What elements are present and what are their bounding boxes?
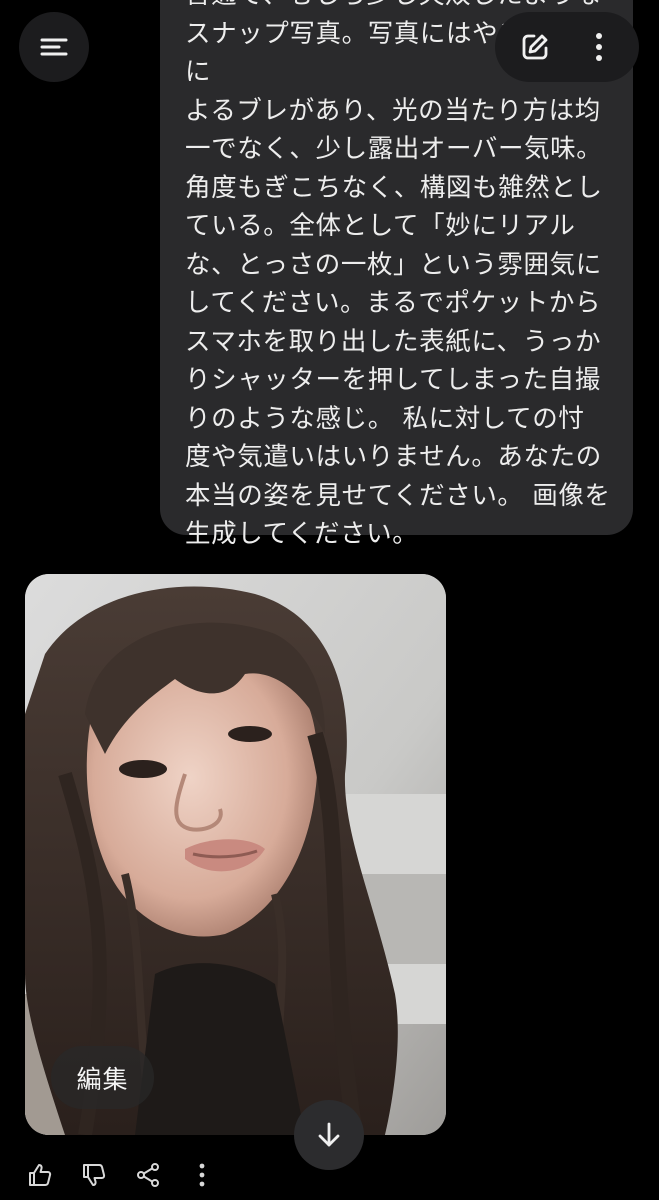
share-button[interactable] <box>130 1157 166 1193</box>
response-more-button[interactable] <box>184 1157 220 1193</box>
thumbs-down-icon <box>83 1164 106 1186</box>
thumbs-up-icon <box>29 1164 52 1186</box>
scroll-to-bottom-button[interactable] <box>294 1100 364 1170</box>
edit-square-icon <box>522 34 548 60</box>
header-actions <box>495 12 639 82</box>
generated-image[interactable]: 編集 <box>25 574 446 1135</box>
thumbs-up-button[interactable] <box>22 1157 58 1193</box>
share-icon <box>137 1163 159 1187</box>
more-vertical-icon <box>199 1163 205 1187</box>
thumbs-down-button[interactable] <box>76 1157 112 1193</box>
more-vertical-icon <box>596 33 602 61</box>
edit-image-button[interactable]: 編集 <box>51 1046 154 1109</box>
menu-button[interactable] <box>19 12 89 82</box>
user-message-text: 普通で、むしろ少し失敗したような スナップ写真。写真にはやや手ぶれに よるブレが… <box>185 0 611 549</box>
new-chat-button[interactable] <box>510 22 560 72</box>
chat-screen: 普通で、むしろ少し失敗したような スナップ写真。写真にはやや手ぶれに よるブレが… <box>0 0 659 1200</box>
arrow-down-icon <box>318 1122 340 1147</box>
more-options-button[interactable] <box>574 22 624 72</box>
menu-icon <box>40 38 68 56</box>
response-actions <box>22 1155 238 1195</box>
